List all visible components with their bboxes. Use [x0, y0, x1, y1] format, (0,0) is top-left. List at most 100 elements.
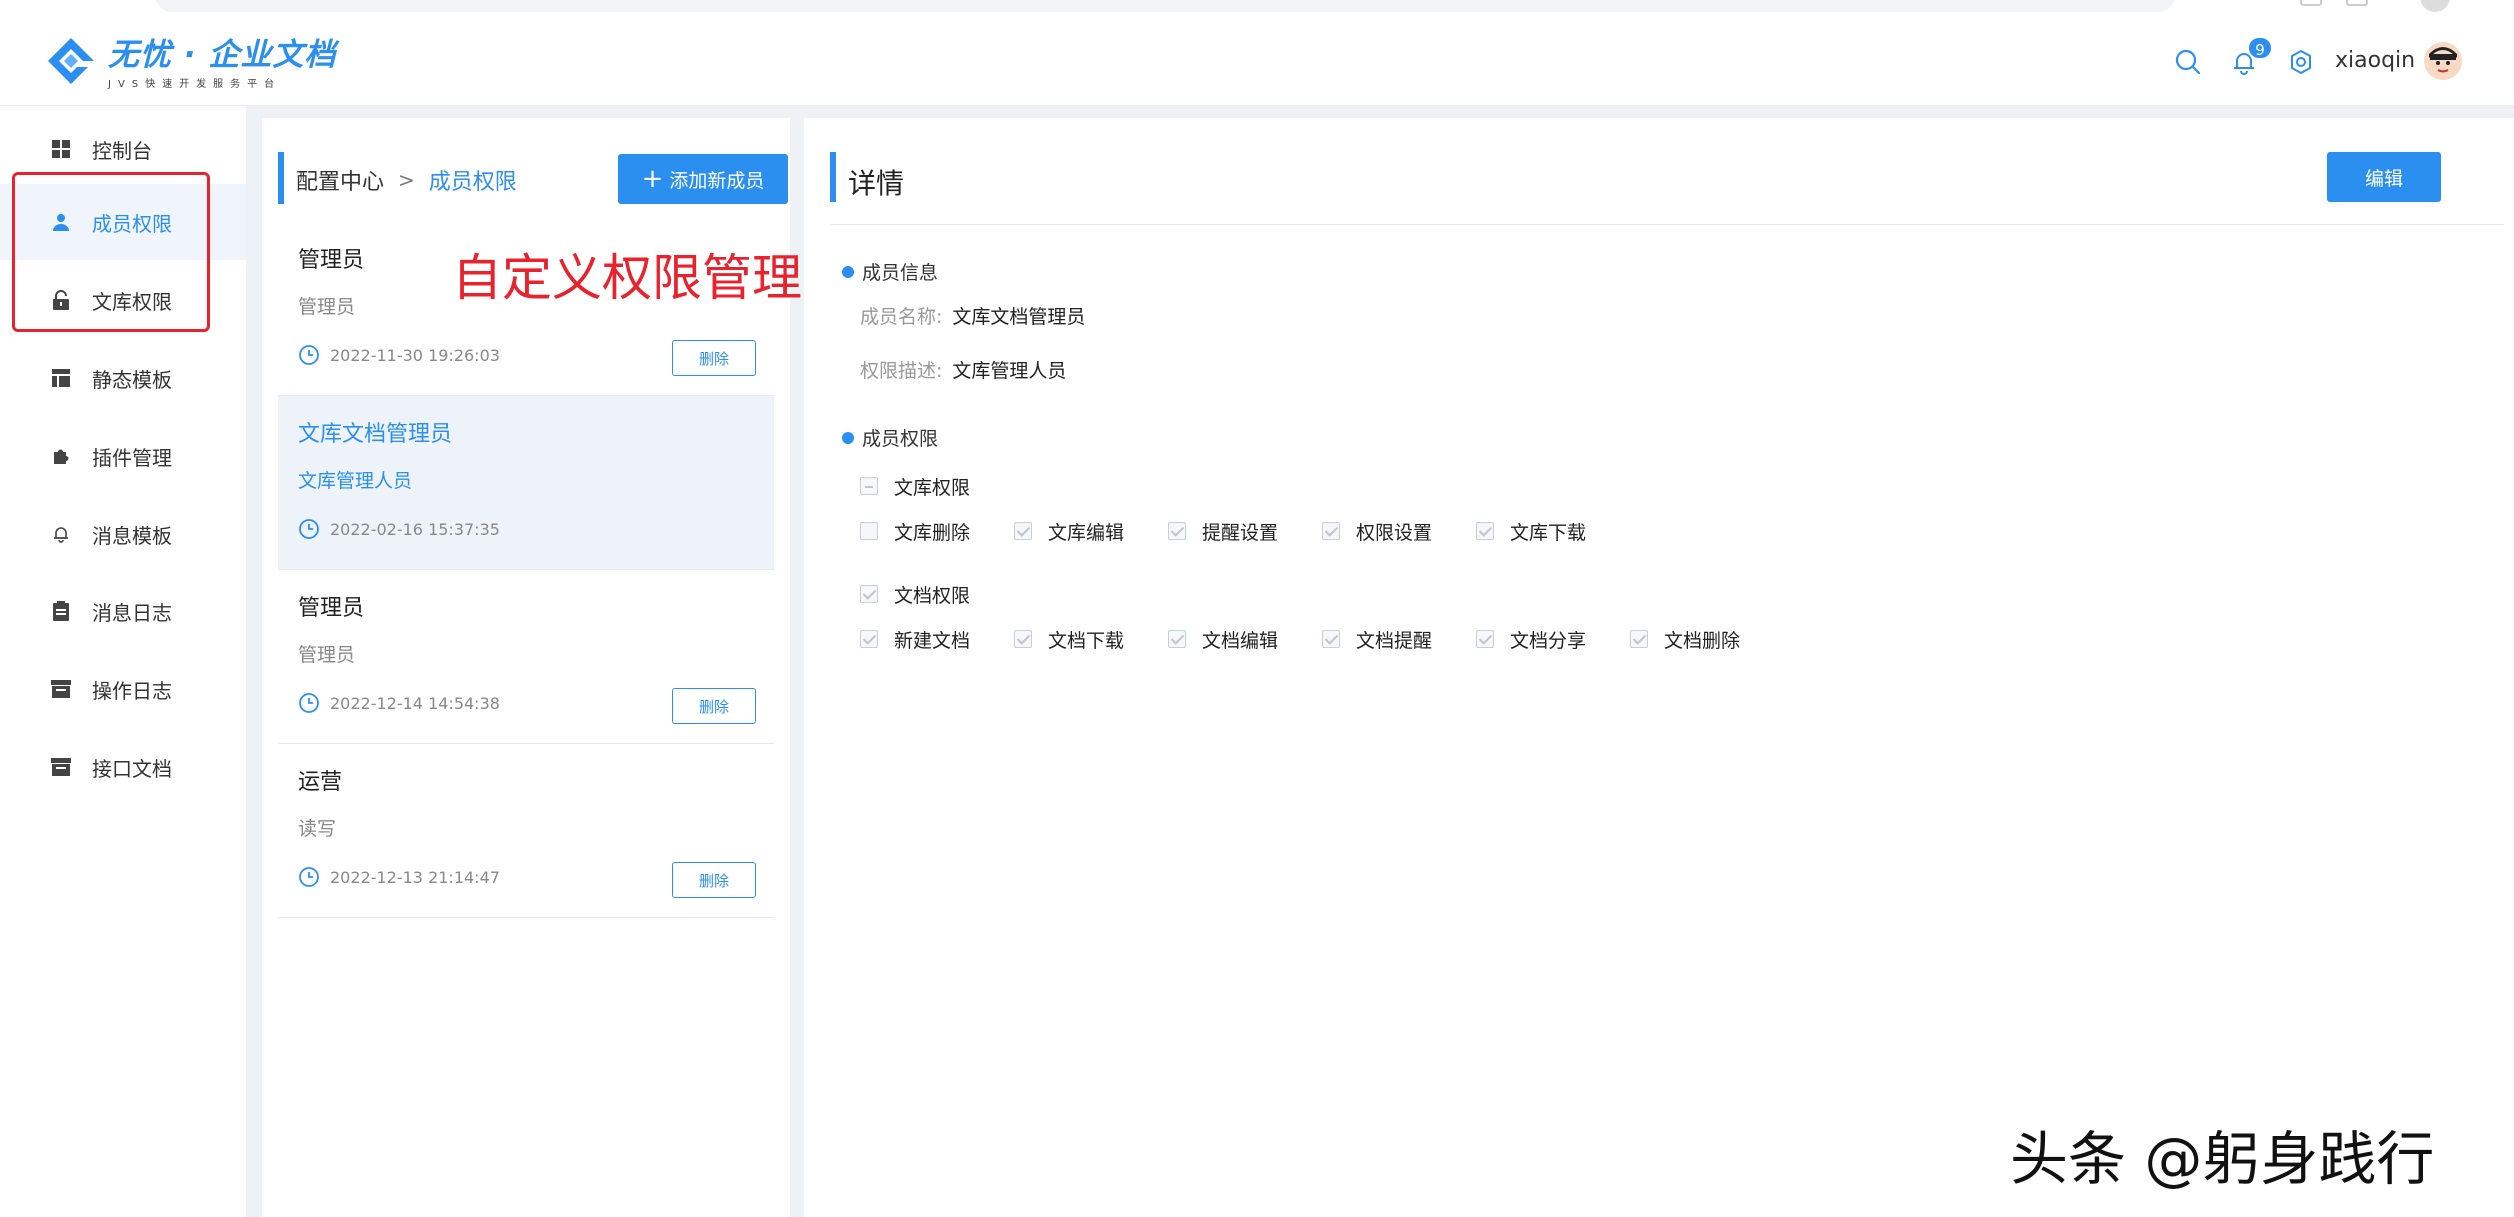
browser-window-control[interactable] [2300, 0, 2322, 6]
avatar[interactable] [2424, 42, 2462, 80]
list-item[interactable]: 管理员 管理员 2022-12-14 14:54:38 删除 [278, 570, 774, 744]
checkbox-label: 文档权限 [894, 584, 971, 607]
delete-button[interactable]: 删除 [672, 862, 756, 898]
username[interactable]: xiaoqin [2335, 48, 2415, 73]
delete-button[interactable]: 删除 [672, 340, 756, 376]
checkbox-indeterminate[interactable] [860, 477, 878, 495]
breadcrumb-root[interactable]: 配置中心 [296, 164, 384, 196]
add-member-button[interactable]: + 添加新成员 [618, 154, 788, 204]
checkbox-library-permissions[interactable]: 文库权限 [860, 473, 1014, 500]
puzzle-icon [50, 445, 72, 467]
annotation-text: 自定义权限管理 [452, 249, 802, 307]
breadcrumb-current: 成员权限 [428, 170, 517, 195]
settings-gear-icon[interactable] [2285, 46, 2317, 78]
sidebar-item-label: 消息模板 [92, 523, 172, 548]
checkbox-label: 文库删除 [894, 521, 971, 544]
breadcrumb: 配置中心 > 成员权限 [296, 164, 517, 196]
checkbox-document-share[interactable]: 文档分享 [1476, 626, 1630, 653]
search-icon[interactable] [2172, 46, 2204, 78]
bullet-dot [842, 265, 854, 278]
sidebar-item-message-templates[interactable]: 消息模板 [0, 496, 246, 572]
app-header: 无忧 · 企业文档 JVS快速开发服务平台 9 xiaoqin [0, 20, 2514, 106]
checkbox-box[interactable] [860, 630, 878, 648]
browser-profile-icon[interactable] [2420, 0, 2450, 12]
checkbox-library-download[interactable]: 文库下载 [1476, 518, 1630, 545]
list-item[interactable]: 文库文档管理员 文库管理人员 2022-02-16 15:37:35 [278, 396, 774, 570]
checkbox-label: 文档分享 [1510, 629, 1587, 652]
checkbox-document-reminder[interactable]: 文档提醒 [1322, 626, 1476, 653]
logo-subtitle: JVS快速开发服务平台 [108, 78, 282, 90]
checkbox-box[interactable] [1322, 522, 1340, 540]
checkbox-box[interactable] [1014, 522, 1032, 540]
list-header: 配置中心 > 成员权限 + 添加新成员 [278, 152, 788, 204]
checkbox-box[interactable] [1476, 522, 1494, 540]
checkbox-box[interactable] [1630, 630, 1648, 648]
checkbox-box[interactable] [1014, 630, 1032, 648]
archive-icon [50, 756, 72, 778]
member-name: 运营 [298, 770, 343, 795]
document-permission-items: 新建文档 文档下载 文档编辑 文档提醒 文档分享 文档删除 [860, 626, 1784, 652]
header-accent-bar [830, 152, 836, 202]
member-time-text: 2022-12-14 14:54:38 [330, 693, 500, 713]
browser-address-bar[interactable] [155, 0, 2175, 12]
app-logo[interactable]: 无忧 · 企业文档 JVS快速开发服务平台 [42, 32, 336, 94]
checkbox-document-permissions[interactable]: 文档权限 [860, 581, 1014, 608]
checkbox-library-delete[interactable]: 文库删除 [860, 518, 1014, 545]
section-title-text: 成员信息 [862, 262, 939, 284]
checkbox-box[interactable] [860, 522, 878, 540]
member-time-text: 2022-11-30 19:26:03 [330, 345, 500, 365]
document-permission-group: 文档权限 [860, 581, 1014, 607]
checkbox-document-delete[interactable]: 文档删除 [1630, 626, 1784, 653]
sidebar-item-label: 消息日志 [92, 600, 172, 625]
clock-icon [299, 693, 319, 713]
divider [830, 224, 2504, 225]
sidebar-item-plugins[interactable]: 插件管理 [0, 418, 246, 494]
checkbox-label: 提醒设置 [1202, 521, 1279, 544]
sidebar-item-operation-log[interactable]: 操作日志 [0, 651, 246, 727]
sidebar-item-static-templates[interactable]: 静态模板 [0, 340, 246, 416]
member-name-row: 成员名称: 文库文档管理员 [860, 302, 1085, 329]
member-time: 2022-12-13 21:14:47 [298, 866, 500, 888]
sidebar-item-label: 操作日志 [92, 678, 172, 703]
member-time: 2022-11-30 19:26:03 [298, 344, 500, 366]
member-time: 2022-02-16 15:37:35 [298, 518, 500, 540]
checkbox-document-download[interactable]: 文档下载 [1014, 626, 1168, 653]
browser-toolbar [0, 0, 2514, 20]
checkbox-label: 文档下载 [1048, 629, 1125, 652]
logo-mark-icon [48, 38, 94, 84]
checkbox-reminder-settings[interactable]: 提醒设置 [1168, 518, 1322, 545]
template-icon [50, 367, 72, 389]
checkbox-library-edit[interactable]: 文库编辑 [1014, 518, 1168, 545]
sidebar-item-label: 插件管理 [92, 445, 172, 470]
list-item[interactable]: 运营 读写 2022-12-13 21:14:47 删除 [278, 744, 774, 918]
checkbox-document-edit[interactable]: 文档编辑 [1168, 626, 1322, 653]
checkbox-permission-settings[interactable]: 权限设置 [1322, 518, 1476, 545]
checkbox-label: 文库权限 [894, 476, 971, 499]
sidebar-item-api-docs[interactable]: 接口文档 [0, 729, 246, 805]
bullet-dot [842, 431, 854, 444]
checkbox-box[interactable] [1168, 630, 1186, 648]
member-name: 管理员 [298, 596, 365, 621]
member-desc: 管理员 [298, 644, 356, 666]
browser-window-control[interactable] [2346, 0, 2368, 6]
field-value: 文库文档管理员 [952, 306, 1086, 328]
sidebar-item-message-log[interactable]: 消息日志 [0, 573, 246, 649]
edit-button[interactable]: 编辑 [2327, 152, 2441, 202]
checkbox-box[interactable] [1476, 630, 1494, 648]
delete-button[interactable]: 删除 [672, 688, 756, 724]
bell-icon [50, 523, 72, 545]
checkbox-label: 文档删除 [1664, 629, 1741, 652]
checkbox-new-document[interactable]: 新建文档 [860, 626, 1014, 653]
member-desc: 文库管理人员 [298, 470, 413, 492]
clock-icon [299, 867, 319, 887]
chevron-right-icon: > [398, 168, 415, 192]
clipboard-icon [50, 600, 72, 622]
member-permissions-section-title: 成员权限 [842, 424, 938, 451]
clock-icon [299, 519, 319, 539]
plus-icon: + [641, 164, 664, 194]
checkbox-box[interactable] [860, 585, 878, 603]
member-info-section-title: 成员信息 [842, 258, 938, 285]
checkbox-label: 文库下载 [1510, 521, 1587, 544]
checkbox-box[interactable] [1322, 630, 1340, 648]
checkbox-box[interactable] [1168, 522, 1186, 540]
